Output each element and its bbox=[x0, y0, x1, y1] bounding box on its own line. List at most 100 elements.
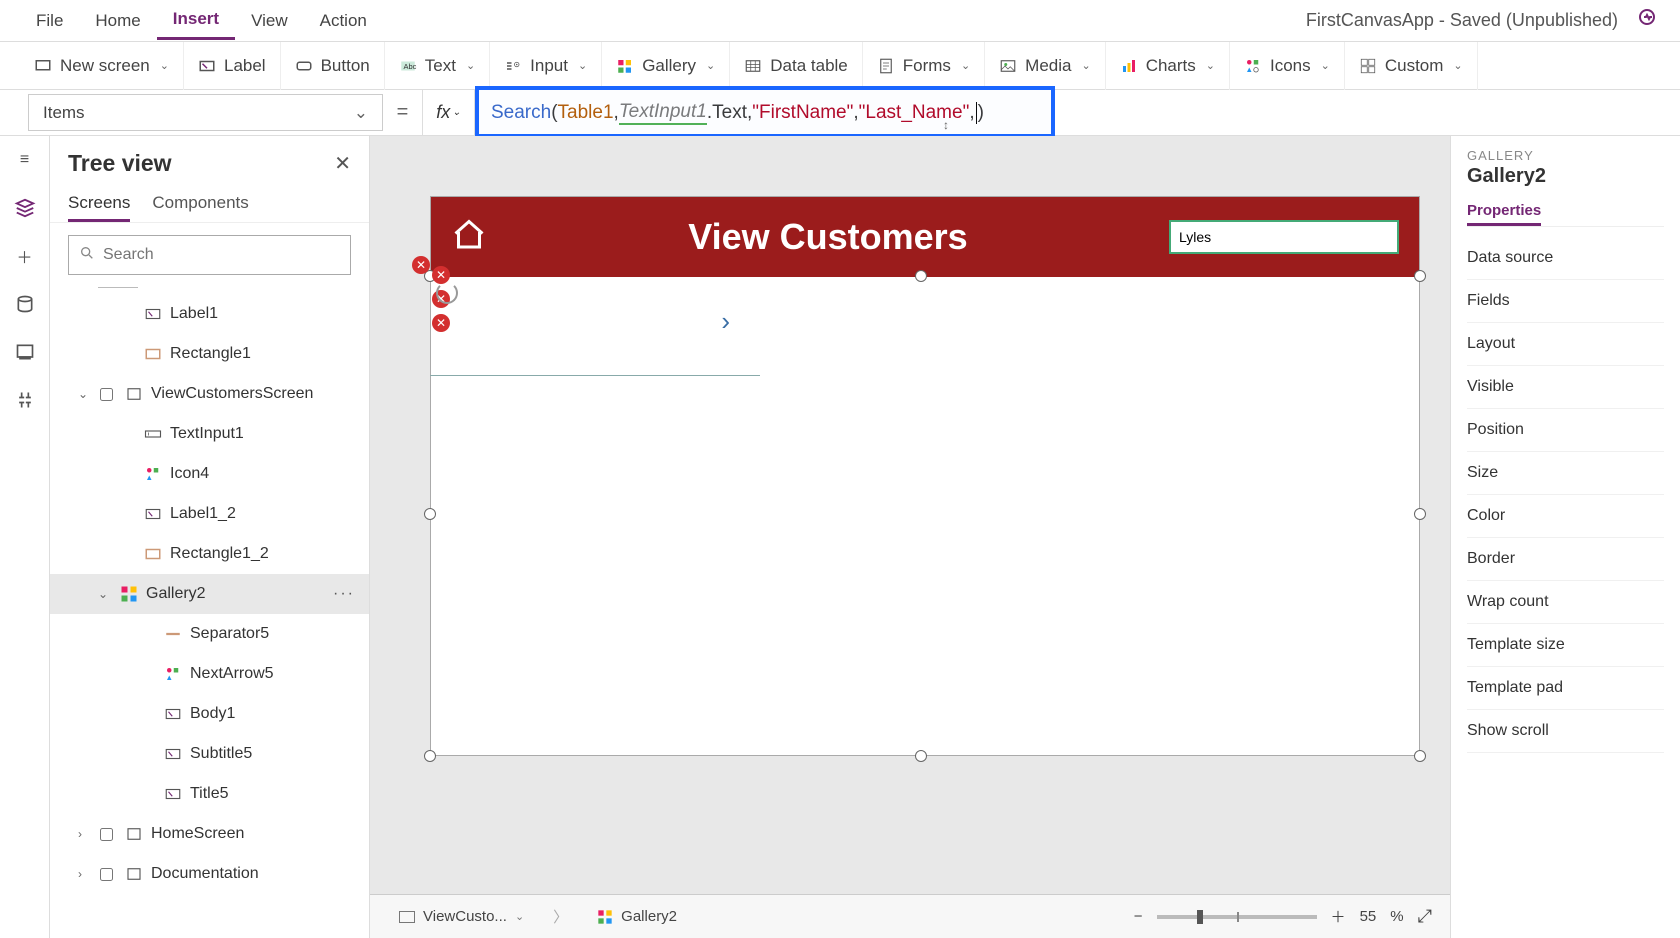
tree-node-documentation[interactable]: ›Documentation bbox=[50, 854, 369, 894]
tab-properties[interactable]: Properties bbox=[1467, 198, 1541, 226]
breadcrumb-control[interactable]: Gallery2 bbox=[586, 903, 688, 930]
expander-icon[interactable]: ⌄ bbox=[78, 387, 92, 401]
chevron-down-icon: ⌄ bbox=[1206, 59, 1215, 72]
next-arrow-icon[interactable]: › bbox=[721, 306, 730, 337]
property-row-wrap-count[interactable]: Wrap count bbox=[1467, 581, 1664, 624]
zoom-slider[interactable] bbox=[1157, 915, 1317, 919]
breadcrumb-screen[interactable]: ViewCusto... ⌄ bbox=[388, 903, 535, 930]
chevron-down-icon: ⌄ bbox=[706, 59, 715, 72]
menu-home[interactable]: Home bbox=[79, 3, 156, 39]
selection-handle[interactable] bbox=[424, 508, 436, 520]
tree-node-homescreen[interactable]: ›HomeScreen bbox=[50, 814, 369, 854]
menu-action[interactable]: Action bbox=[304, 3, 383, 39]
property-row-data-source[interactable]: Data source bbox=[1467, 237, 1664, 280]
tree-node-viewcustomersscreen[interactable]: ⌄ViewCustomersScreen bbox=[50, 374, 369, 414]
icons-button[interactable]: Icons⌄ bbox=[1230, 42, 1345, 90]
home-icon[interactable] bbox=[451, 217, 487, 258]
label-icon bbox=[198, 57, 216, 75]
fx-button[interactable]: fx ⌄ bbox=[423, 90, 475, 135]
label-button[interactable]: Label bbox=[184, 42, 281, 90]
tree-node-icon4[interactable]: Icon4 bbox=[50, 454, 369, 494]
text-caret bbox=[976, 102, 977, 124]
tab-components[interactable]: Components bbox=[152, 187, 248, 222]
property-row-size[interactable]: Size bbox=[1467, 452, 1664, 495]
formula-input[interactable]: Search(Table1, TextInput1.Text, "FirstNa… bbox=[475, 90, 1680, 135]
media-button[interactable]: Media⌄ bbox=[985, 42, 1106, 90]
selection-handle[interactable] bbox=[1414, 750, 1426, 762]
expander-icon[interactable]: › bbox=[78, 867, 92, 881]
tree-node-rectangle1[interactable]: Rectangle1 bbox=[50, 334, 369, 374]
property-row-layout[interactable]: Layout bbox=[1467, 323, 1664, 366]
tree-node-label1[interactable]: Label1 bbox=[50, 294, 369, 334]
selection-handle[interactable] bbox=[915, 750, 927, 762]
gallery-button[interactable]: Gallery⌄ bbox=[602, 42, 730, 90]
selection-handle[interactable] bbox=[1414, 270, 1426, 282]
screen-checkbox[interactable] bbox=[100, 388, 113, 401]
tree-node-rectangle1_2[interactable]: Rectangle1_2 bbox=[50, 534, 369, 574]
selection-handle[interactable] bbox=[1414, 508, 1426, 520]
tree-search[interactable] bbox=[68, 235, 351, 275]
advanced-tools-icon[interactable] bbox=[13, 388, 37, 412]
input-label: Input bbox=[530, 56, 568, 76]
hamburger-icon[interactable]: ≡ bbox=[13, 148, 37, 172]
insert-icon[interactable]: ＋ bbox=[13, 244, 37, 268]
gallery-template-row[interactable]: › bbox=[430, 276, 760, 376]
selection-handle[interactable] bbox=[424, 750, 436, 762]
zoom-in-button[interactable]: ＋ bbox=[1331, 906, 1346, 927]
new-screen-button[interactable]: New screen⌄ bbox=[20, 42, 184, 90]
property-row-show-scroll[interactable]: Show scroll bbox=[1467, 710, 1664, 753]
tree-node-gallery2[interactable]: ⌄Gallery2··· bbox=[50, 574, 369, 614]
forms-button[interactable]: Forms⌄ bbox=[863, 42, 985, 90]
media-panel-icon[interactable] bbox=[13, 340, 37, 364]
property-row-fields[interactable]: Fields bbox=[1467, 280, 1664, 323]
screen-checkbox[interactable] bbox=[100, 868, 113, 881]
charts-button[interactable]: Charts⌄ bbox=[1106, 42, 1230, 90]
tree-node-nextarrow5[interactable]: NextArrow5 bbox=[50, 654, 369, 694]
expander-icon[interactable]: ⌄ bbox=[98, 587, 112, 601]
button-button[interactable]: Button bbox=[281, 42, 385, 90]
tree-node-title5[interactable]: Title5 bbox=[50, 774, 369, 814]
tab-screens[interactable]: Screens bbox=[68, 187, 130, 222]
resize-handle-icon[interactable]: ↕ bbox=[943, 118, 949, 132]
tree-view-icon[interactable] bbox=[13, 196, 37, 220]
canvas-stage[interactable]: View Customers › ✕ ✕ ✕ ✕ bbox=[370, 136, 1450, 894]
property-row-position[interactable]: Position bbox=[1467, 409, 1664, 452]
data-table-button[interactable]: Data table bbox=[730, 42, 863, 90]
app-search-input[interactable] bbox=[1169, 220, 1399, 254]
tree-node-separator5[interactable]: Separator5 bbox=[50, 614, 369, 654]
property-row-template-size[interactable]: Template size bbox=[1467, 624, 1664, 667]
property-row-color[interactable]: Color bbox=[1467, 495, 1664, 538]
table-icon bbox=[744, 57, 762, 75]
menu-view[interactable]: View bbox=[235, 3, 304, 39]
expander-icon[interactable]: › bbox=[78, 827, 92, 841]
property-row-border[interactable]: Border bbox=[1467, 538, 1664, 581]
tree-node-body1[interactable]: Body1 bbox=[50, 694, 369, 734]
tree-node-label1_2[interactable]: Label1_2 bbox=[50, 494, 369, 534]
input-button[interactable]: Input⌄ bbox=[490, 42, 602, 90]
tree-node-subtitle5[interactable]: Subtitle5 bbox=[50, 734, 369, 774]
data-icon[interactable] bbox=[13, 292, 37, 316]
selection-handle[interactable] bbox=[915, 270, 927, 282]
screen-checkbox[interactable] bbox=[100, 828, 113, 841]
property-row-visible[interactable]: Visible bbox=[1467, 366, 1664, 409]
fit-to-screen-icon[interactable]: ⤢ bbox=[1418, 906, 1432, 927]
chevron-down-icon: ⌄ bbox=[466, 59, 475, 72]
menu-file[interactable]: File bbox=[20, 3, 79, 39]
tree-search-input[interactable] bbox=[103, 246, 340, 264]
menu-insert[interactable]: Insert bbox=[157, 1, 235, 40]
property-selector[interactable]: Items ⌄ bbox=[28, 94, 383, 131]
property-row-template-pad[interactable]: Template pad bbox=[1467, 667, 1664, 710]
diagnostics-icon[interactable] bbox=[1636, 6, 1660, 35]
tree-node-textinput1[interactable]: TextInput1 bbox=[50, 414, 369, 454]
error-badge-icon[interactable]: ✕ bbox=[432, 314, 450, 332]
zoom-out-button[interactable]: − bbox=[1134, 908, 1143, 925]
text-button[interactable]: Abc Text⌄ bbox=[385, 42, 490, 90]
zoom-thumb[interactable] bbox=[1197, 910, 1203, 924]
canvas-area: View Customers › ✕ ✕ ✕ ✕ bbox=[370, 136, 1450, 938]
screen-icon bbox=[125, 385, 143, 403]
more-icon[interactable]: ··· bbox=[333, 585, 355, 603]
close-icon[interactable]: ✕ bbox=[334, 151, 351, 176]
error-badge-icon[interactable]: ✕ bbox=[412, 256, 430, 274]
custom-button[interactable]: Custom⌄ bbox=[1345, 42, 1478, 90]
app-preview-title: View Customers bbox=[503, 216, 1153, 258]
